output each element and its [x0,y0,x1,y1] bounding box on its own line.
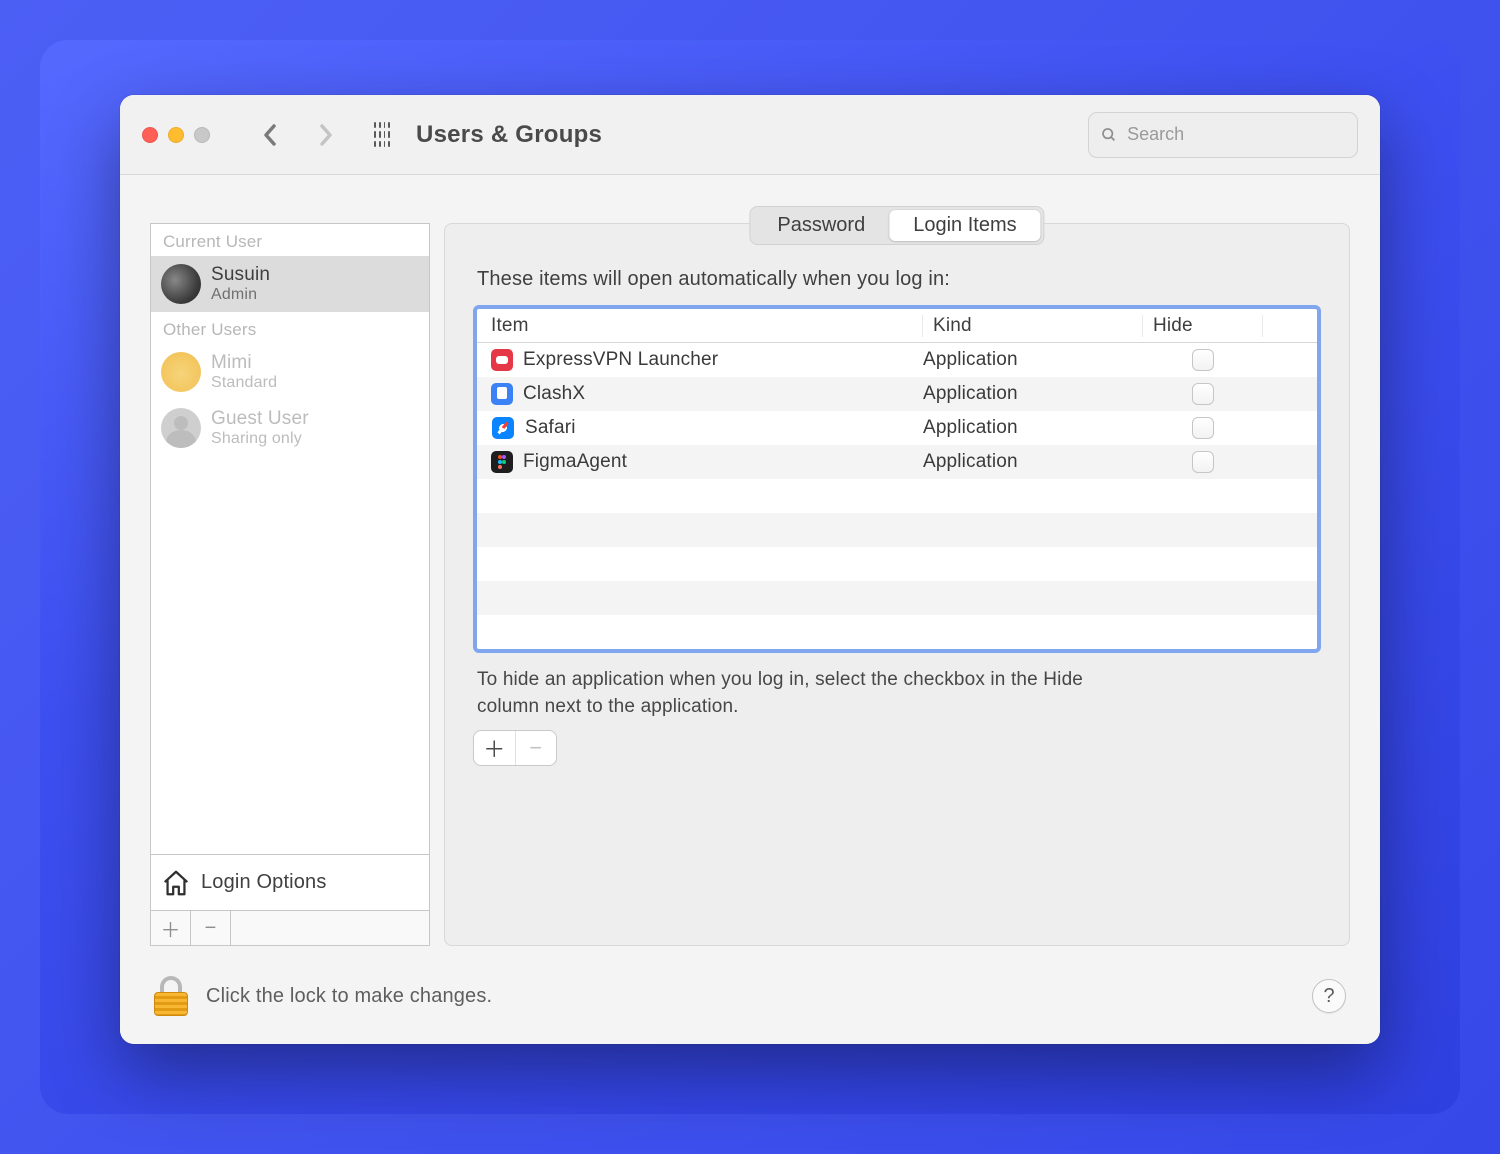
house-icon [161,868,191,898]
sidebar-item-user-guest[interactable]: Guest User Sharing only [151,400,429,456]
login-options-label: Login Options [201,871,327,894]
col-hide[interactable]: Hide [1143,315,1263,337]
table-row-empty [477,513,1317,547]
add-user-button[interactable]: ＋ [151,911,191,945]
item-kind: Application [923,349,1143,371]
close-button[interactable] [142,127,158,143]
item-name: Safari [525,417,576,439]
user-name: Guest User [211,408,309,430]
table-row[interactable]: ClashX Application [477,377,1317,411]
hide-checkbox[interactable] [1192,383,1214,405]
user-name: Susuin [211,264,270,286]
login-items-subtitle: These items will open automatically when… [477,268,1321,291]
help-button[interactable]: ? [1312,979,1346,1013]
show-all-button[interactable] [360,114,404,156]
search-field[interactable] [1088,112,1358,158]
search-icon [1101,126,1117,144]
item-kind: Application [923,417,1143,439]
avatar [161,408,201,448]
grid-icon [374,122,390,148]
other-users-header: Other Users [151,312,429,344]
login-options-button[interactable]: Login Options [151,854,429,910]
back-button[interactable] [248,114,292,156]
hide-checkbox[interactable] [1192,349,1214,371]
minimize-button[interactable] [168,127,184,143]
add-login-item-button[interactable]: ＋ [474,731,516,765]
user-role: Sharing only [211,430,309,448]
zoom-button[interactable] [194,127,210,143]
app-icon [491,349,513,371]
avatar [161,264,201,304]
sidebar-item-user-mimi[interactable]: Mimi Standard [151,344,429,400]
item-name: FigmaAgent [523,451,627,473]
app-icon [491,451,513,473]
login-items-add-remove: ＋ − [473,730,557,766]
hide-checkbox[interactable] [1192,451,1214,473]
search-input[interactable] [1127,124,1345,145]
item-kind: Application [923,451,1143,473]
hide-hint-text: To hide an application when you log in, … [477,667,1117,720]
user-role: Admin [211,286,270,304]
table-row-empty [477,479,1317,513]
user-role: Standard [211,374,277,392]
item-name: ExpressVPN Launcher [523,349,718,371]
remove-login-item-button: − [516,731,557,765]
lock-button[interactable] [154,976,188,1016]
item-kind: Application [923,383,1143,405]
table-body: ExpressVPN Launcher Application ClashX A… [477,343,1317,649]
app-icon [491,383,513,405]
table-row[interactable]: Safari Application [477,411,1317,445]
content-area: Current User Susuin Admin Other Users Mi… [120,175,1380,958]
chevron-left-icon [262,123,278,147]
preferences-window: Users & Groups Current User Susuin Admin… [120,95,1380,1044]
page-title: Users & Groups [416,121,602,149]
forward-button [304,114,348,156]
lock-hint-text: Click the lock to make changes. [206,985,492,1008]
login-items-table[interactable]: Item Kind Hide ExpressVPN Launcher Appli… [473,305,1321,653]
table-row-empty [477,581,1317,615]
app-icon [492,417,514,439]
col-kind[interactable]: Kind [923,315,1143,337]
avatar [161,352,201,392]
lock-icon [154,992,188,1016]
table-row[interactable]: FigmaAgent Application [477,445,1317,479]
remove-user-button[interactable]: − [191,911,231,945]
col-item[interactable]: Item [491,315,923,337]
sidebar-add-remove: ＋ − [150,910,430,946]
table-row[interactable]: ExpressVPN Launcher Application [477,343,1317,377]
current-user-header: Current User [151,224,429,256]
sidebar-item-current-user[interactable]: Susuin Admin [151,256,429,312]
table-header-row: Item Kind Hide [477,309,1317,343]
window-toolbar: Users & Groups [120,95,1380,175]
window-footer: Click the lock to make changes. ? [120,958,1380,1044]
main-panel: Password Login Items These items will op… [444,223,1350,946]
user-name: Mimi [211,352,277,374]
desktop-background: Users & Groups Current User Susuin Admin… [40,40,1460,1114]
table-row-empty [477,615,1317,649]
tab-login-items[interactable]: Login Items [889,210,1040,241]
tab-password[interactable]: Password [753,210,889,241]
chevron-right-icon [318,123,334,147]
item-name: ClashX [523,383,585,405]
table-row-empty [477,547,1317,581]
tabs: Password Login Items [749,206,1044,245]
hide-checkbox[interactable] [1192,417,1214,439]
users-sidebar: Current User Susuin Admin Other Users Mi… [150,223,430,946]
window-controls [142,127,210,143]
user-list: Current User Susuin Admin Other Users Mi… [150,223,430,910]
